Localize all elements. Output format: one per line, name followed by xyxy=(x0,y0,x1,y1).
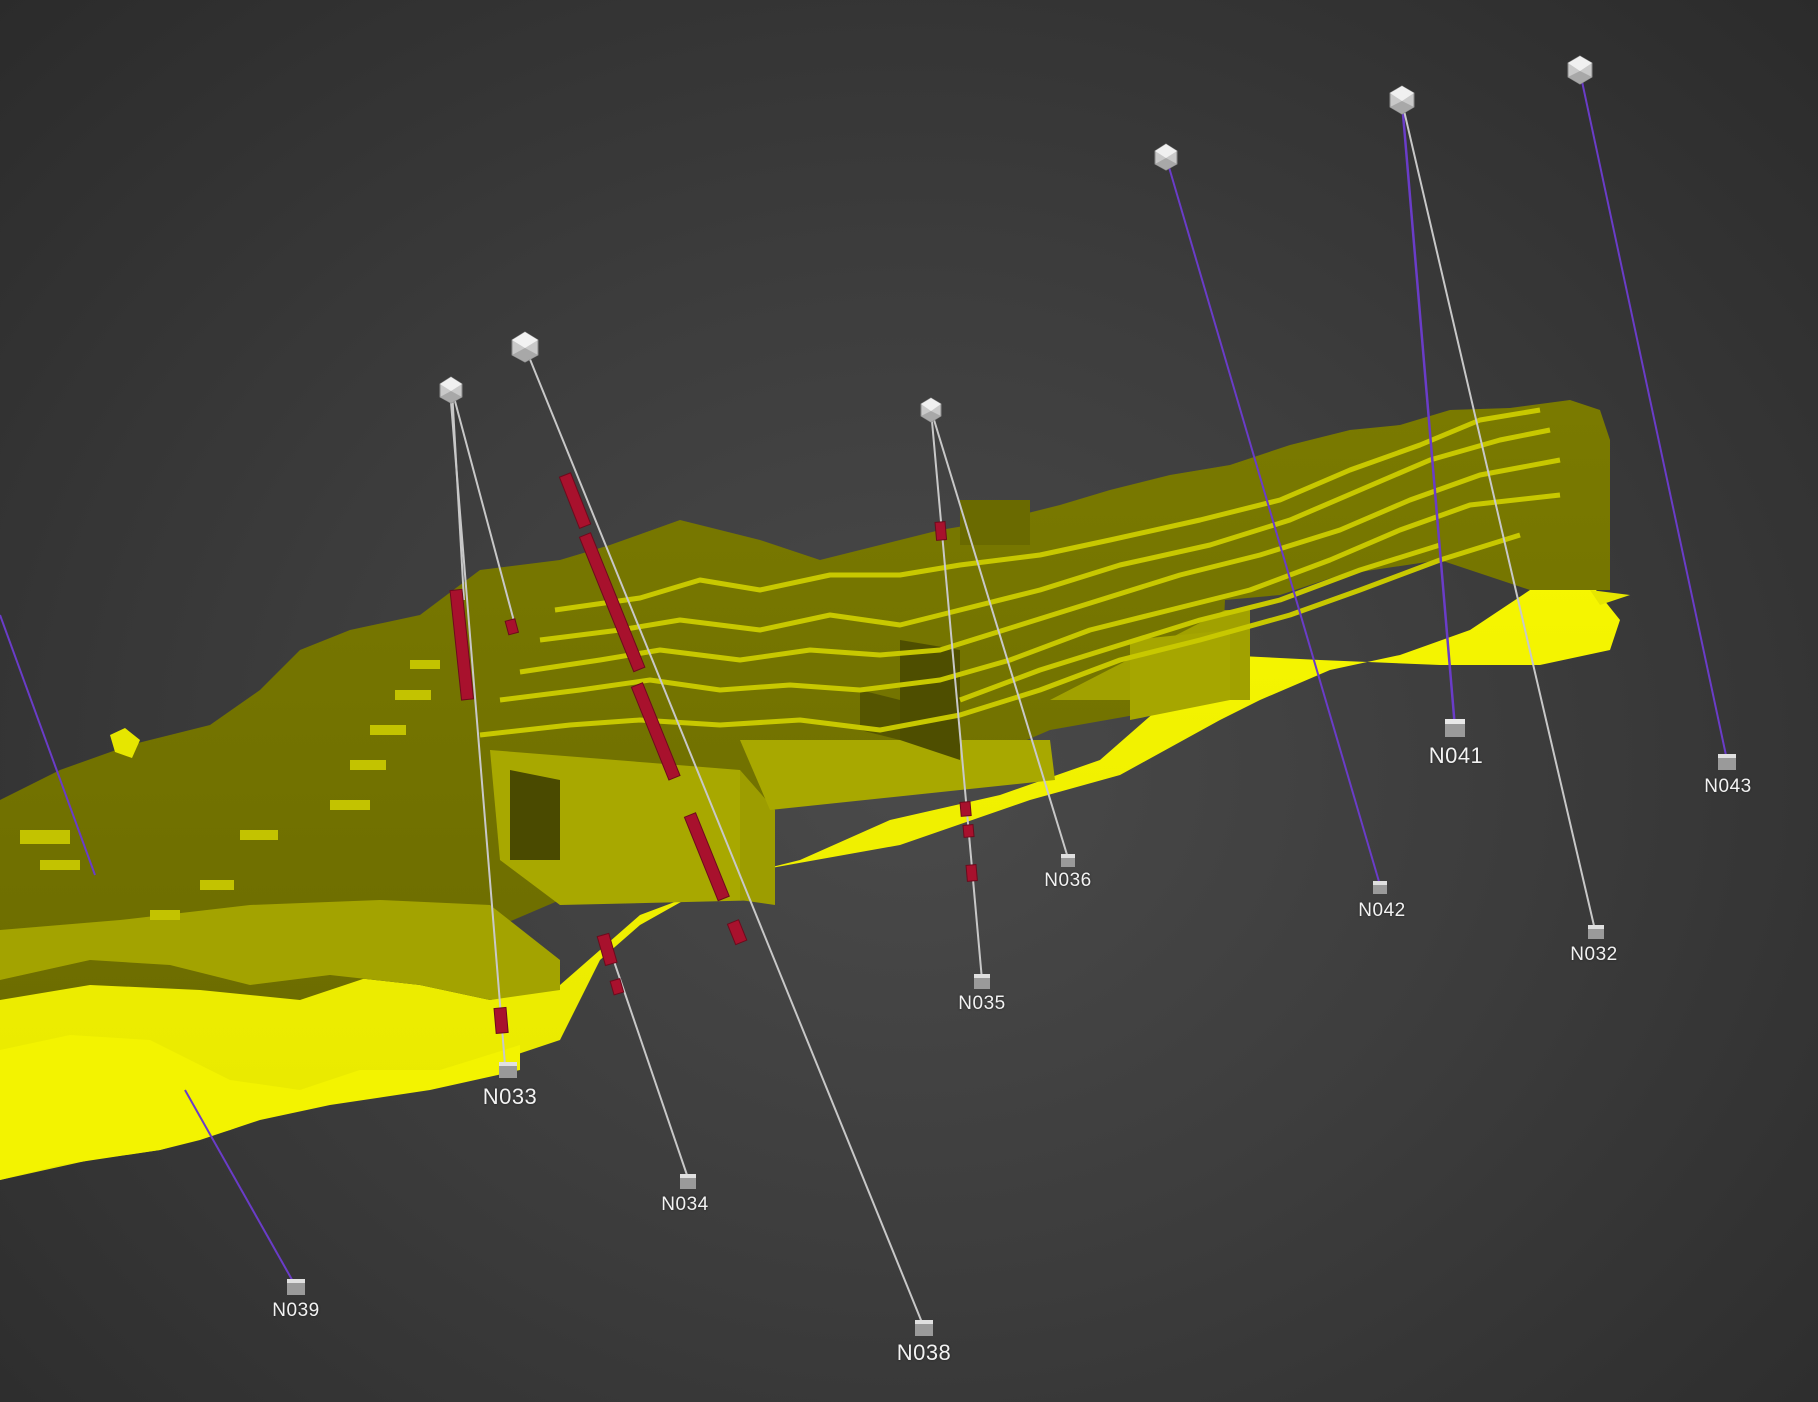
drillhole-trace-N033[interactable] xyxy=(451,389,465,601)
collar-marker-icon[interactable] xyxy=(920,397,942,423)
intercept-N035[interactable] xyxy=(934,521,948,541)
end-of-hole-cube-icon[interactable] xyxy=(1588,925,1604,939)
hole-label-N041[interactable]: N041 xyxy=(1429,743,1484,769)
hole-label-N038[interactable]: N038 xyxy=(897,1340,952,1366)
intercept-N035[interactable] xyxy=(959,801,972,817)
collar-marker-icon[interactable] xyxy=(1567,55,1593,85)
orebody-recess xyxy=(510,770,560,860)
hole-label-N043[interactable]: N043 xyxy=(1704,776,1751,798)
hole-label-N032[interactable]: N032 xyxy=(1570,944,1617,966)
collar-marker-icon[interactable] xyxy=(511,331,539,363)
end-of-hole-cube-icon[interactable] xyxy=(974,974,990,989)
drillhole-trace-N034[interactable] xyxy=(604,934,689,1179)
hole-label-N039[interactable]: N039 xyxy=(272,1300,319,1322)
3d-viewport[interactable] xyxy=(0,0,1818,1402)
hole-label-N042[interactable]: N042 xyxy=(1358,900,1405,922)
collar-marker-icon[interactable] xyxy=(439,376,463,404)
end-of-hole-cube-icon[interactable] xyxy=(287,1279,305,1295)
collar-marker-icon[interactable] xyxy=(1389,85,1415,115)
collar-marker-icon[interactable] xyxy=(1154,143,1178,171)
end-of-hole-cube-icon[interactable] xyxy=(499,1062,517,1078)
hole-label-N036[interactable]: N036 xyxy=(1044,870,1091,892)
end-of-hole-cube-icon[interactable] xyxy=(1373,881,1387,894)
hole-label-N033[interactable]: N033 xyxy=(483,1084,538,1110)
orebody-recess xyxy=(900,640,960,760)
intercept-N035[interactable] xyxy=(965,864,978,882)
end-of-hole-cube-icon[interactable] xyxy=(915,1320,933,1336)
intercept-N035[interactable] xyxy=(962,824,975,838)
intercept-N038[interactable] xyxy=(726,919,748,946)
end-of-hole-cube-icon[interactable] xyxy=(1445,719,1465,737)
end-of-hole-cube-icon[interactable] xyxy=(680,1174,696,1189)
intercept-N033[interactable] xyxy=(493,1006,509,1034)
collar-markers[interactable] xyxy=(439,55,1593,423)
hole-label-N035[interactable]: N035 xyxy=(958,993,1005,1015)
orebody-mesh[interactable] xyxy=(0,400,1630,1180)
drillhole-trace-N043[interactable] xyxy=(1579,71,1728,761)
intercept-N038[interactable] xyxy=(558,472,592,530)
end-of-hole-cube-icon[interactable] xyxy=(1718,754,1736,770)
hole-label-N034[interactable]: N034 xyxy=(661,1194,708,1216)
end-of-hole-cube-icon[interactable] xyxy=(1061,854,1075,867)
